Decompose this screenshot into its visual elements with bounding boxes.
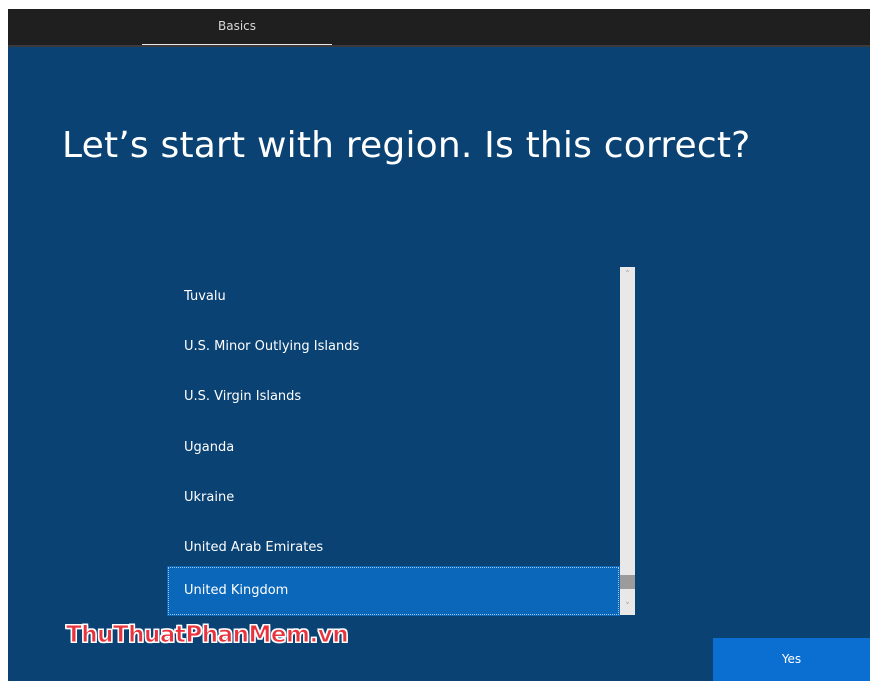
tab-basics: Basics	[217, 19, 257, 33]
yes-button[interactable]: Yes	[713, 638, 870, 681]
oobe-screen: Basics Let’s start with region. Is this …	[8, 9, 870, 681]
topbar-divider	[8, 45, 870, 47]
list-item-uganda[interactable]: Uganda	[167, 423, 620, 473]
scroll-thumb[interactable]	[620, 575, 635, 589]
page-title: Let’s start with region. Is this correct…	[62, 125, 751, 166]
region-list[interactable]: Tuvalu U.S. Minor Outlying Islands U.S. …	[167, 264, 620, 616]
watermark-logo: ThuThuatPhanMem.vn	[65, 622, 349, 649]
list-scrollbar[interactable]: ˄ ˅	[620, 267, 635, 615]
scroll-up-icon[interactable]: ˄	[620, 268, 635, 282]
scroll-down-icon[interactable]: ˅	[620, 600, 635, 614]
list-item-united-kingdom[interactable]: United Kingdom	[167, 566, 620, 616]
list-item-ukraine[interactable]: Ukraine	[167, 473, 620, 523]
watermark-text: ThuThuatPhanMem.vn	[65, 622, 349, 649]
list-item-us-minor-outlying-islands[interactable]: U.S. Minor Outlying Islands	[167, 322, 620, 372]
top-bar: Basics	[8, 9, 870, 46]
list-item-us-virgin-islands[interactable]: U.S. Virgin Islands	[167, 372, 620, 422]
list-item-tuvalu[interactable]: Tuvalu	[167, 272, 620, 322]
